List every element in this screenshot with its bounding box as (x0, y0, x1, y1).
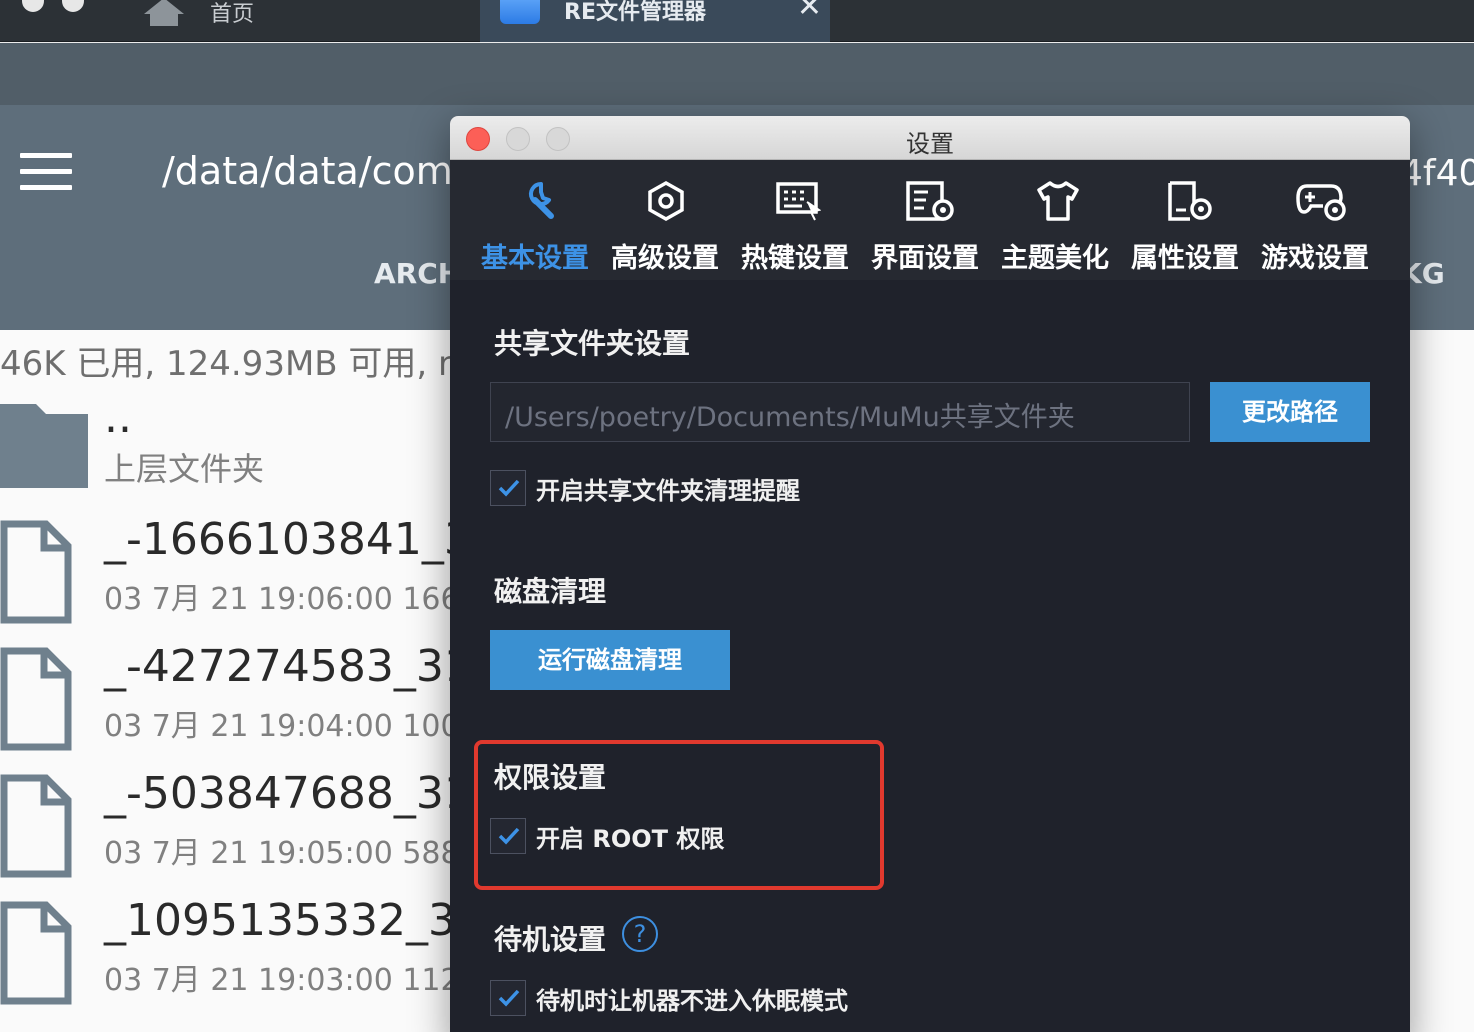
device-settings-icon (1168, 181, 1212, 221)
change-path-button[interactable]: 更改路径 (1210, 382, 1370, 442)
checkmark-icon (498, 479, 520, 497)
checkmark-icon (498, 827, 520, 845)
storage-info: 46K 已用, 124.93MB 可用, r/ (0, 344, 464, 384)
checkbox-label: 待机时让机器不进入休眠模式 (536, 986, 848, 1015)
share-cleanup-reminder-checkbox[interactable] (490, 470, 526, 506)
window-close-dot[interactable] (22, 0, 44, 12)
current-path: /data/data/com.t (162, 149, 480, 193)
section-title-permission: 权限设置 (494, 761, 607, 794)
tab-advanced-settings[interactable]: 高级设置 (600, 160, 730, 280)
tab-theme-beautify[interactable]: 主题美化 (990, 160, 1120, 280)
tab-hotkey-settings[interactable]: 热键设置 (730, 160, 860, 280)
display-settings-icon (906, 181, 954, 221)
dialog-titlebar: 设置 (450, 116, 1410, 160)
tab-label: 界面设置 (871, 243, 979, 274)
list-item-parent-folder[interactable]: .. 上层文件夹 (0, 392, 460, 490)
standby-no-sleep-checkbox[interactable] (490, 980, 526, 1016)
file-name: _-427274583_316 (104, 641, 500, 692)
file-name: _-1666103841_31 (104, 514, 500, 565)
file-name: _1095135332_31 (104, 895, 484, 946)
file-icon (0, 901, 72, 1005)
tab-label: 主题美化 (1001, 243, 1109, 274)
section-title-share-folder: 共享文件夹设置 (494, 327, 691, 360)
section-title-disk-clean: 磁盘清理 (494, 575, 607, 608)
checkmark-icon (498, 989, 520, 1007)
menu-icon[interactable] (20, 153, 72, 190)
file-meta: 03 7月 21 19:06:00 166.8 (104, 582, 489, 617)
re-app-icon (500, 0, 540, 24)
folder-icon (0, 404, 88, 488)
tab-home[interactable]: 首页 (140, 0, 254, 40)
tab-label: 热键设置 (741, 243, 849, 274)
tab-re-file-manager[interactable]: RE文件管理器 ✕ (480, 0, 830, 42)
list-item[interactable]: _-427274583_316 03 7月 21 19:04:00 100.8 (0, 641, 500, 753)
tab-label: 属性设置 (1131, 243, 1239, 274)
emulator-status-strip (0, 43, 1474, 105)
file-meta: 上层文件夹 (104, 450, 265, 488)
path-tail: 4f40 (1400, 153, 1474, 194)
tab-interface-settings[interactable]: 界面设置 (860, 160, 990, 280)
gamepad-icon (1296, 184, 1346, 221)
list-item[interactable]: _1095135332_31 03 7月 21 19:03:00 112.3 (0, 895, 488, 1007)
section-title-standby: 待机设置 (494, 923, 607, 956)
file-name: _-503847688_316 (104, 768, 500, 819)
root-permission-checkbox[interactable] (490, 818, 526, 854)
file-meta: 03 7月 21 19:03:00 112.3 (104, 963, 489, 998)
dialog-title: 设置 (906, 130, 954, 158)
file-icon (0, 647, 72, 751)
settings-dialog: 设置 基本设置 高级设置 热键设置 界面设置 主题美化 属性设置 游戏设置 共享… (450, 116, 1410, 1032)
wrench-icon (529, 182, 554, 219)
home-icon (144, 0, 184, 26)
tab-arch[interactable]: ARCH (374, 257, 461, 290)
tab-label: 游戏设置 (1261, 243, 1369, 274)
tab-label: 高级设置 (611, 243, 719, 274)
tshirt-icon (1037, 181, 1079, 221)
checkbox-label: 开启共享文件夹清理提醒 (536, 476, 800, 505)
standby-no-sleep-row[interactable]: 待机时让机器不进入休眠模式 (490, 980, 848, 1016)
hexagon-gear-icon (648, 180, 684, 222)
file-icon (0, 774, 72, 878)
file-name: .. (104, 392, 132, 443)
help-icon[interactable]: ? (622, 916, 658, 952)
list-item[interactable]: _-1666103841_31 03 7月 21 19:06:00 166.8 (0, 514, 500, 626)
list-item[interactable]: _-503847688_316 03 7月 21 19:05:00 588.8 (0, 768, 500, 880)
tab-re-title: RE文件管理器 (564, 0, 706, 25)
tab-label: 基本设置 (481, 243, 589, 274)
run-disk-clean-button[interactable]: 运行磁盘清理 (490, 630, 730, 690)
file-icon (0, 520, 72, 624)
file-meta: 03 7月 21 19:04:00 100.8 (104, 709, 489, 744)
tab-game-settings[interactable]: 游戏设置 (1250, 160, 1380, 280)
share-cleanup-reminder-row[interactable]: 开启共享文件夹清理提醒 (490, 470, 800, 506)
settings-tab-bar: 基本设置 高级设置 热键设置 界面设置 主题美化 属性设置 游戏设置 (450, 160, 1410, 280)
root-permission-row[interactable]: 开启 ROOT 权限 (490, 818, 724, 854)
tab-home-label: 首页 (210, 2, 255, 27)
settings-content: 共享文件夹设置 /Users/poetry/Documents/MuMu共享文件… (450, 280, 1410, 1032)
file-meta: 03 7月 21 19:05:00 588.8 (104, 836, 489, 871)
tab-property-settings[interactable]: 属性设置 (1120, 160, 1250, 280)
keyboard-icon (776, 182, 821, 221)
window-minimize-dot[interactable] (62, 0, 84, 12)
tab-basic-settings[interactable]: 基本设置 (470, 160, 600, 280)
window-tab-bar: 首页 RE文件管理器 ✕ (0, 0, 1474, 42)
checkbox-label: 开启 ROOT 权限 (536, 824, 725, 853)
close-icon[interactable]: ✕ (797, 0, 822, 22)
share-folder-path-field[interactable]: /Users/poetry/Documents/MuMu共享文件夹 (490, 382, 1190, 442)
